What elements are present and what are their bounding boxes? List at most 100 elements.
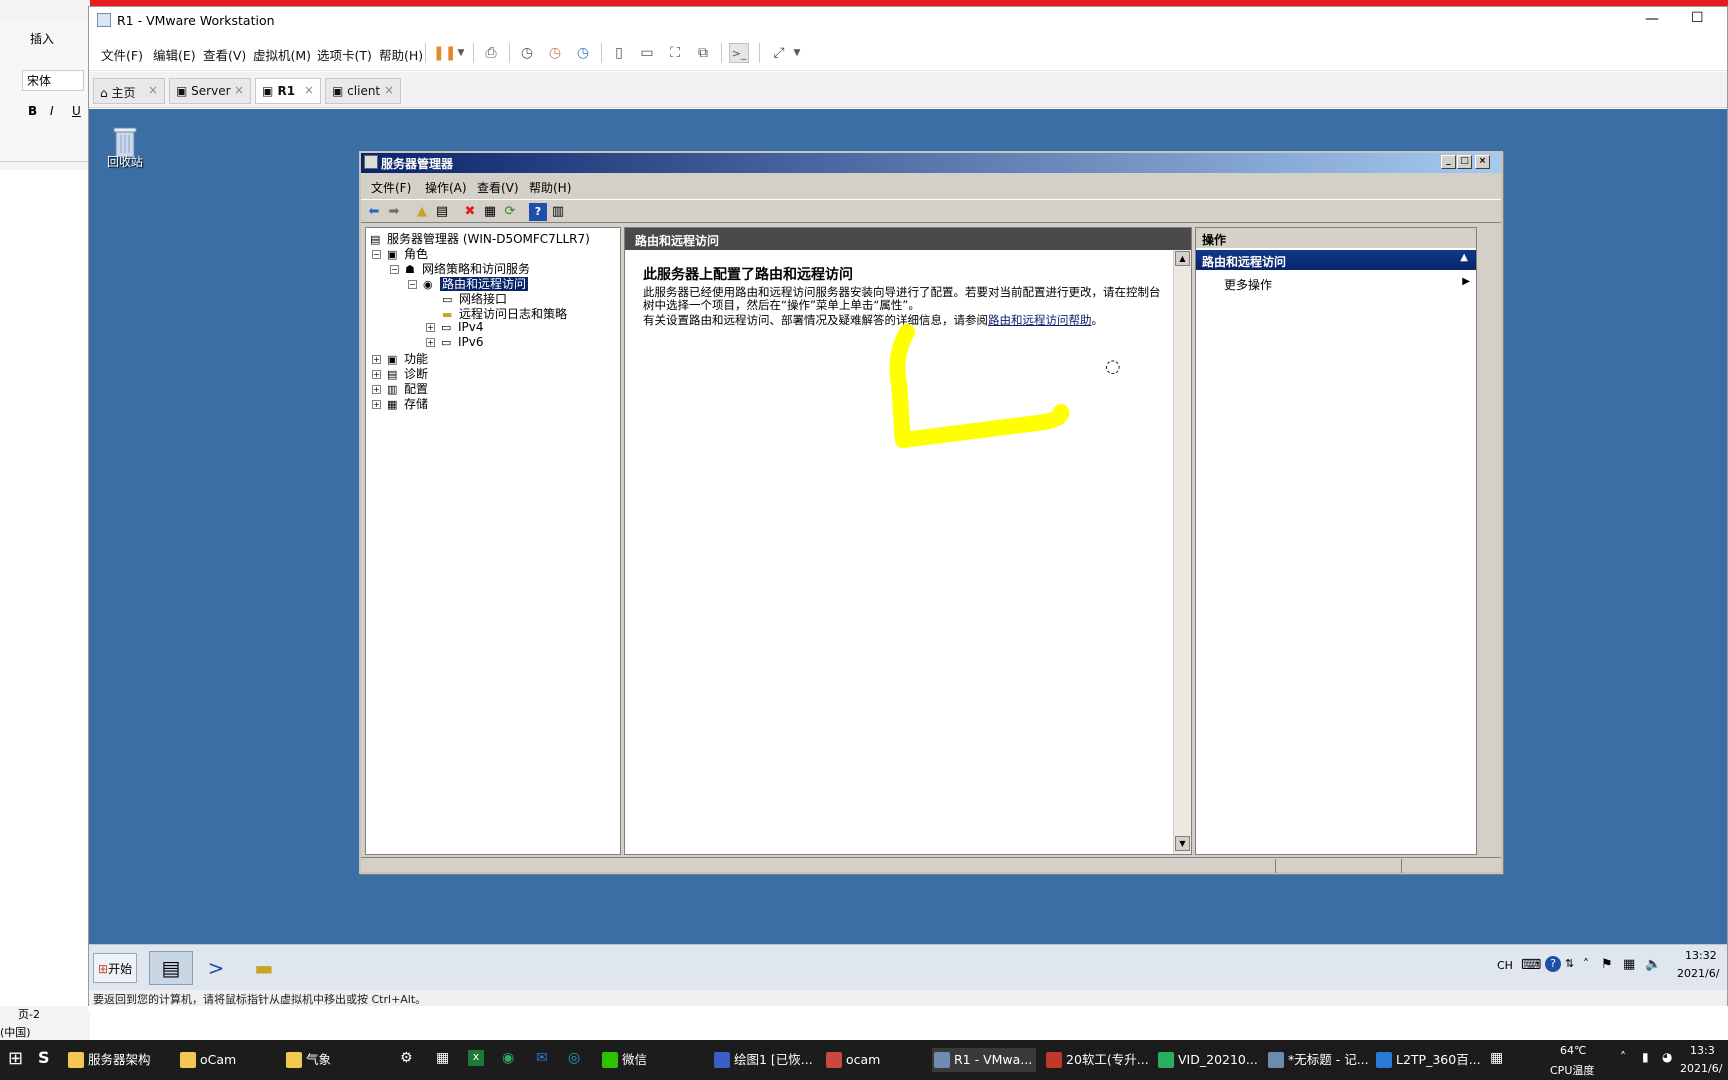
maximize-button[interactable]: □ [1457, 155, 1472, 169]
tab-r1[interactable]: ▣ R1 × [255, 78, 321, 104]
minimize-button[interactable]: _ [1441, 155, 1456, 169]
menu-vm[interactable]: 虚拟机(M) [253, 45, 311, 64]
host-task-item[interactable]: VID_20210... [1156, 1048, 1258, 1072]
close-icon[interactable]: × [304, 83, 314, 97]
host-task-item[interactable]: 服务器架构 [66, 1048, 151, 1072]
expand-icon[interactable]: + [372, 355, 381, 364]
menu-view[interactable]: 查看(V) [477, 179, 519, 196]
excel-icon[interactable]: x [468, 1050, 484, 1066]
host-task-item[interactable]: *无标题 - 记... [1266, 1048, 1369, 1072]
windows-start-icon[interactable]: ⊞ [8, 1048, 23, 1069]
pause-icon[interactable]: ❚❚ [433, 43, 456, 63]
unity-icon[interactable]: ⧉ [693, 43, 713, 63]
volume-icon[interactable]: 🔈 [1645, 957, 1661, 972]
host-clock-time[interactable]: 13:3 [1690, 1044, 1715, 1057]
bold-button[interactable]: B [28, 104, 37, 118]
powershell-icon[interactable]: > [201, 953, 231, 983]
tree-item-ipv6[interactable]: + ▭ IPv6 [426, 335, 484, 349]
qq-icon[interactable]: ◕ [1662, 1050, 1672, 1064]
chat-icon[interactable]: ◉ [502, 1050, 514, 1066]
properties-icon[interactable]: ▦ [481, 203, 499, 221]
revert-snapshot-icon[interactable]: ◷ [545, 43, 565, 63]
console-icon[interactable]: >_ [729, 43, 749, 63]
guest-desktop[interactable]: 回收站 服务器管理器 _ □ × 文件(F) 操作(A) 查看(V) 帮助(H)… [89, 109, 1727, 944]
host-task-item[interactable]: L2TP_360百... [1374, 1048, 1481, 1072]
menu-action[interactable]: 操作(A) [425, 179, 467, 196]
host-task-item[interactable]: ocam [824, 1048, 880, 1072]
menu-help[interactable]: 帮助(H) [529, 179, 571, 196]
host-clock-date[interactable]: 2021/6/ [1680, 1062, 1722, 1075]
host-task-item[interactable]: oCam [178, 1048, 236, 1072]
word-font-select[interactable]: 宋体 [22, 70, 84, 91]
host-task-item[interactable]: 绘图1 [已恢... [712, 1048, 813, 1072]
grid-icon[interactable]: ▦ [1490, 1050, 1503, 1066]
keyboard-icon[interactable]: ⌨ [1521, 957, 1541, 973]
expand-icon[interactable]: + [426, 323, 435, 332]
chevron-down-icon[interactable]: ▼ [787, 43, 807, 63]
microphone-icon[interactable]: ▮ [1642, 1050, 1649, 1064]
refresh-icon[interactable]: ⟳ [501, 203, 519, 221]
search-icon[interactable]: S [38, 1048, 50, 1067]
language-indicator[interactable]: CH [1497, 959, 1513, 972]
collapse-icon[interactable]: − [372, 250, 381, 259]
close-button[interactable]: × [1475, 155, 1490, 169]
scroll-down-icon[interactable]: ▼ [1175, 836, 1190, 851]
close-icon[interactable]: × [148, 83, 158, 97]
host-task-item-active[interactable]: R1 - VMwa... [932, 1048, 1036, 1072]
help-icon[interactable]: ? [529, 203, 547, 221]
host-task-item[interactable]: 20软工(专升... [1044, 1048, 1149, 1072]
tree-item-storage[interactable]: + ▦ 存储 [372, 395, 428, 412]
menu-file[interactable]: 文件(F) [101, 45, 143, 64]
tab-client[interactable]: ▣ client × [325, 78, 401, 104]
calculator-icon[interactable]: ▦ [436, 1050, 449, 1066]
start-button[interactable]: ⊞开始 [93, 953, 137, 983]
guest-clock-date[interactable]: 2021/6/ [1677, 967, 1719, 980]
help-icon[interactable]: ? [1545, 956, 1561, 972]
up-folder-icon[interactable]: ▲ [413, 203, 431, 221]
edge-icon[interactable]: ◎ [568, 1050, 580, 1066]
show-hide-action-pane-icon[interactable]: ▥ [549, 203, 567, 221]
fullscreen-icon[interactable]: ⛶ [665, 43, 685, 63]
menu-help[interactable]: 帮助(H) [379, 45, 423, 64]
forward-icon[interactable]: ➡ [385, 203, 403, 221]
sidebar-toggle-icon[interactable]: ▯ [609, 43, 629, 63]
expand-icon[interactable]: + [372, 370, 381, 379]
collapse-icon[interactable]: − [408, 280, 417, 289]
italic-button[interactable]: I [50, 104, 54, 118]
chevron-down-icon[interactable]: ▼ [451, 43, 471, 63]
collapse-icon[interactable]: ▲ [1460, 252, 1468, 263]
expand-icon[interactable]: + [372, 385, 381, 394]
scroll-up-icon[interactable]: ▲ [1175, 251, 1190, 266]
menu-view[interactable]: 查看(V) [203, 45, 246, 64]
stretch-icon[interactable]: ⤢ [769, 43, 789, 63]
vertical-scrollbar[interactable]: ▲ ▼ [1173, 250, 1191, 854]
app-icon[interactable]: ⚙ [400, 1050, 413, 1066]
snapshot-icon[interactable]: ◷ [517, 43, 537, 63]
mail-icon[interactable]: ✉ [536, 1050, 548, 1066]
close-icon[interactable]: × [384, 83, 394, 97]
maximize-button[interactable]: ☐ [1691, 10, 1704, 26]
server-manager-taskbar-icon[interactable]: ▤ [149, 951, 193, 985]
chevron-up-icon[interactable]: ˄ [1620, 1050, 1626, 1064]
menu-edit[interactable]: 编辑(E) [153, 45, 196, 64]
tab-server[interactable]: ▣ Server × [169, 78, 251, 104]
host-task-item[interactable]: 微信 [600, 1048, 647, 1072]
menu-tabs[interactable]: 选项卡(T) [317, 45, 372, 64]
tray-expand-icon[interactable]: ⇅ [1565, 957, 1574, 970]
network-tray-icon[interactable]: ▦ [1623, 957, 1635, 972]
tab-home[interactable]: ⌂ 主页 × [93, 78, 165, 104]
send-keys-icon[interactable]: ⎙ [481, 43, 501, 63]
show-hide-tree-icon[interactable]: ▤ [433, 203, 451, 221]
menu-file[interactable]: 文件(F) [371, 179, 411, 196]
host-task-item[interactable]: 气象 [284, 1048, 331, 1072]
back-icon[interactable]: ⬅ [365, 203, 383, 221]
collapse-icon[interactable]: − [390, 265, 399, 274]
minimize-button[interactable]: — [1645, 11, 1659, 27]
delete-icon[interactable]: ✖ [461, 203, 479, 221]
underline-button[interactable]: U [72, 104, 81, 118]
more-actions-item[interactable]: 更多操作 ▶ [1224, 276, 1474, 293]
snapshot-manager-icon[interactable]: ◷ [573, 43, 593, 63]
expand-icon[interactable]: + [426, 338, 435, 347]
actions-section[interactable]: 路由和远程访问 ▲ [1196, 250, 1476, 270]
close-icon[interactable]: × [234, 83, 244, 97]
